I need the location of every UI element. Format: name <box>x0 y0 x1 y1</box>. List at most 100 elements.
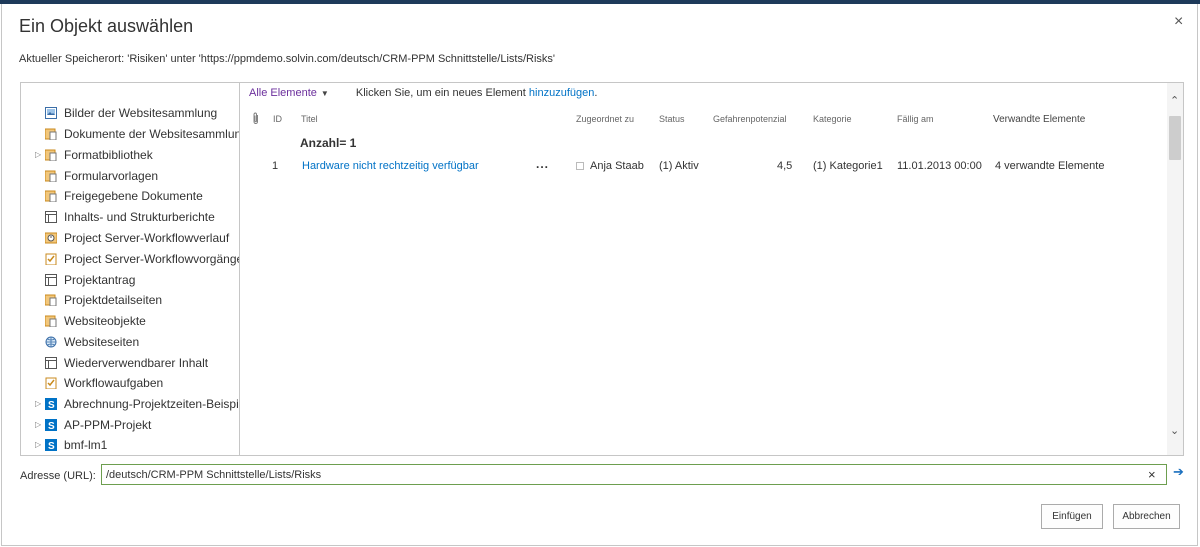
document-library-icon <box>45 128 57 140</box>
tree-item-label: Formatbibliothek <box>64 148 153 162</box>
hint-text: Klicken Sie, um ein neues Element <box>355 87 526 99</box>
task-list-icon <box>45 253 57 265</box>
vertical-scrollbar[interactable]: ⌃ ⌄ <box>1167 83 1183 455</box>
list-icon <box>45 274 57 286</box>
scroll-up-icon[interactable]: ⌃ <box>1170 94 1179 107</box>
expand-arrow-icon[interactable]: ▷ <box>35 435 43 455</box>
list-view: Alle Elemente ▼ Klicken Sie, um ein neues… <box>240 83 1168 455</box>
row-title-link[interactable]: Hardware nicht rechtzeitig verfügbar <box>302 160 479 172</box>
list-icon <box>45 357 57 369</box>
tree-item-label: Inhalts- und Strukturberichte <box>64 210 215 224</box>
clear-icon[interactable]: × <box>1148 466 1156 483</box>
expand-arrow-icon[interactable]: ▷ <box>35 415 43 435</box>
svg-text:S: S <box>48 400 55 410</box>
row-related: 4 verwandte Elemente <box>995 160 1105 172</box>
workflow-history-icon <box>45 232 57 244</box>
view-selector[interactable]: Alle Elemente <box>249 87 317 99</box>
navigation-tree: Bilder der Websitesammlung Dokumente der… <box>21 83 240 455</box>
tree-item-websiteobjekte[interactable]: Websiteobjekte <box>21 311 239 331</box>
tree-item-label: Projektdetailseiten <box>64 293 163 307</box>
tree-item-ap-ppm-projekt[interactable]: ▷ S AP-PPM-Projekt <box>21 415 239 435</box>
document-library-icon <box>45 170 57 182</box>
tree-item-wiederverwendbarer-inhalt[interactable]: Wiederverwendbarer Inhalt <box>21 353 239 373</box>
item-menu-button[interactable]: ... <box>536 157 549 171</box>
tree-item-label: Projektantrag <box>64 273 136 287</box>
presence-icon <box>576 162 584 170</box>
tree-item-freigegebene-dokumente[interactable]: Freigegebene Dokumente <box>21 186 239 206</box>
select-object-dialog: Ein Objekt auswählen × Aktueller Speiche… <box>1 4 1198 546</box>
site-pages-icon <box>45 336 57 348</box>
sharepoint-site-icon: S <box>45 398 57 410</box>
tree-item-label: Workflowaufgaben <box>64 376 164 390</box>
sharepoint-site-icon: S <box>45 439 57 451</box>
document-library-icon <box>45 190 57 202</box>
chevron-down-icon[interactable]: ▼ <box>321 89 329 98</box>
tree-item-inhalts-strukturberichte[interactable]: Inhalts- und Strukturberichte <box>21 207 239 227</box>
list-icon <box>45 211 57 223</box>
scroll-thumb[interactable] <box>1169 116 1181 160</box>
column-header-due[interactable]: Fällig am <box>897 114 934 124</box>
tree-item-projektantrag[interactable]: Projektantrag <box>21 270 239 290</box>
svg-text:S: S <box>48 441 55 451</box>
address-label: Adresse (URL): <box>20 470 96 482</box>
row-risk: 4,5 <box>777 160 793 172</box>
picker-frame: Bilder der Websitesammlung Dokumente der… <box>20 82 1184 456</box>
row-due: 11.01.2013 00:00 <box>897 160 982 172</box>
tree-item-label: Formularvorlagen <box>64 169 159 183</box>
tree-item-label: Abrechnung-Projektzeiten-Beispie <box>64 397 240 411</box>
scroll-down-icon[interactable]: ⌄ <box>1170 424 1179 437</box>
column-header-title[interactable]: Titel <box>301 114 318 124</box>
view-bar: Alle Elemente ▼ Klicken Sie, um ein neues… <box>249 87 597 99</box>
dialog-title: Ein Objekt auswählen <box>19 16 194 36</box>
column-header-id[interactable]: ID <box>273 114 282 124</box>
tree-item-bilder-websitesammlung[interactable]: Bilder der Websitesammlung <box>21 103 239 123</box>
tree-item-label: Websiteobjekte <box>64 314 146 328</box>
task-list-icon <box>45 377 57 389</box>
sharepoint-site-icon: S <box>45 419 57 431</box>
svg-text:S: S <box>48 421 55 431</box>
tree-item-label: Project Server-Workflowvorgänge <box>64 252 240 266</box>
cancel-button[interactable]: Abbrechen <box>1113 504 1180 529</box>
document-library-icon <box>45 294 57 306</box>
add-item-hint: Klicken Sie, um ein neues Element hinzuz… <box>356 87 598 99</box>
tree-item-abrechnung-projektzeiten[interactable]: ▷ S Abrechnung-Projektzeiten-Beispie <box>21 394 240 414</box>
hint-period: . <box>594 87 598 99</box>
group-count: Anzahl= 1 <box>300 136 357 150</box>
insert-button[interactable]: Einfügen <box>1041 504 1103 529</box>
tree-item-label: Wiederverwendbarer Inhalt <box>64 356 209 370</box>
attachment-icon <box>253 112 258 124</box>
tree-item-label: Freigegebene Dokumente <box>64 189 203 203</box>
expand-arrow-icon[interactable]: ▷ <box>35 145 43 165</box>
document-library-icon <box>45 315 57 327</box>
row-status: (1) Aktiv <box>659 160 699 172</box>
column-header-related[interactable]: Verwandte Elemente <box>993 114 1085 125</box>
tree-item-label: Dokumente der Websitesammlung <box>64 127 240 141</box>
tree-item-project-server-workflowverlauf[interactable]: Project Server-Workflowverlauf <box>21 228 239 248</box>
tree-item-dokumente-websitesammlung[interactable]: Dokumente der Websitesammlung <box>21 124 240 144</box>
tree-item-label: Websiteseiten <box>64 335 140 349</box>
column-header-assigned[interactable]: Zugeordnet zu <box>576 114 634 124</box>
tree-item-label: Bilder der Websitesammlung <box>64 106 218 120</box>
tree-item-projektdetailseiten[interactable]: Projektdetailseiten <box>21 290 239 310</box>
row-category: (1) Kategorie1 <box>813 160 883 172</box>
expand-arrow-icon[interactable]: ▷ <box>35 394 43 414</box>
picture-library-icon <box>45 107 57 119</box>
tree-item-label: bmf-lm1 <box>64 438 108 452</box>
column-header-category[interactable]: Kategorie <box>813 114 852 124</box>
add-item-link[interactable]: hinzuzufügen <box>529 87 594 99</box>
document-library-icon <box>45 149 57 161</box>
close-icon[interactable]: × <box>1174 12 1183 32</box>
tree-item-workflowaufgaben[interactable]: Workflowaufgaben <box>21 373 239 393</box>
column-header-risk[interactable]: Gefahrenpotenzial <box>713 114 787 124</box>
tree-item-formatbibliothek[interactable]: ▷ Formatbibliothek <box>21 145 239 165</box>
tree-item-label: Project Server-Workflowverlauf <box>64 231 230 245</box>
tree-item-websiteseiten[interactable]: Websiteseiten <box>21 332 239 352</box>
tree-item-formularvorlagen[interactable]: Formularvorlagen <box>21 166 239 186</box>
column-header-status[interactable]: Status <box>659 114 685 124</box>
address-url-input[interactable] <box>101 464 1167 485</box>
current-location: Aktueller Speicherort: 'Risiken' unter '… <box>19 53 555 65</box>
tree-item-project-server-workflowvorgaenge[interactable]: Project Server-Workflowvorgänge <box>21 249 240 269</box>
tree-item-bmf-lm1[interactable]: ▷ S bmf-lm1 <box>21 435 239 455</box>
row-assigned-name: Anja Staab <box>590 160 644 172</box>
go-arrow-icon[interactable]: ➔ <box>1173 463 1184 480</box>
